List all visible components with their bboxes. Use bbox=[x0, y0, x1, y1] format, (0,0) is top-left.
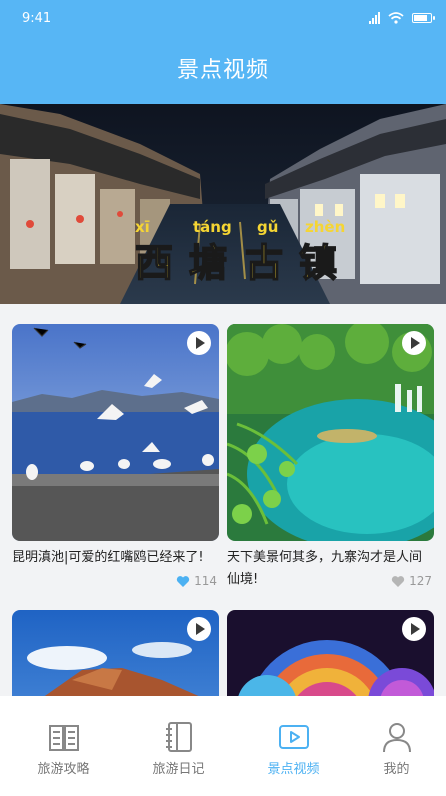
like-button[interactable]: 114 bbox=[176, 574, 217, 588]
tab-mine[interactable]: 我的 bbox=[341, 696, 446, 796]
video-title[interactable]: 昆明滇池|可爱的红嘴鸥已经来了! bbox=[12, 547, 219, 569]
video-feed[interactable]: 昆明滇池|可爱的红嘴鸥已经来了! 114 天下美景何其多，九寨沟才是人间仙境! bbox=[0, 304, 446, 696]
play-icon[interactable] bbox=[402, 617, 426, 641]
play-icon[interactable] bbox=[187, 617, 211, 641]
tab-label: 我的 bbox=[383, 762, 410, 777]
video-thumbnail[interactable] bbox=[227, 324, 434, 541]
tab-label: 旅游日记 bbox=[152, 762, 205, 777]
video-card[interactable] bbox=[227, 610, 434, 696]
like-count: 127 bbox=[409, 574, 432, 588]
video-thumbnail[interactable] bbox=[12, 610, 219, 696]
bottom-tab-bar: 旅游攻略 旅游日记 景点视频 我的 bbox=[0, 696, 446, 796]
signal-icon bbox=[369, 12, 380, 24]
status-icons bbox=[369, 12, 435, 24]
like-count: 114 bbox=[194, 574, 217, 588]
banner-char-2: 塘 bbox=[189, 241, 227, 285]
banner-pinyin-2: táng bbox=[193, 218, 232, 236]
book-icon bbox=[49, 725, 79, 751]
page-title: 景点视频 bbox=[176, 58, 269, 83]
app-header: 9:41 景点视频 bbox=[0, 0, 446, 104]
wifi-icon bbox=[388, 12, 404, 24]
thumbnail-dianchi-seagulls bbox=[12, 324, 219, 541]
video-card[interactable]: 天下美景何其多，九寨沟才是人间仙境! 127 bbox=[227, 324, 434, 591]
banner-image: xī táng gǔ zhèn 西 塘 古 镇 bbox=[0, 104, 446, 304]
status-bar: 9:41 bbox=[0, 0, 446, 36]
tab-travel-diary[interactable]: 旅游日记 bbox=[123, 696, 234, 796]
video-card[interactable]: 昆明滇池|可爱的红嘴鸥已经来了! 114 bbox=[12, 324, 219, 588]
status-time: 9:41 bbox=[22, 11, 52, 26]
like-button[interactable]: 127 bbox=[391, 574, 432, 588]
banner-pinyin-1: xī bbox=[135, 218, 150, 236]
play-icon[interactable] bbox=[187, 331, 211, 355]
user-icon bbox=[383, 723, 411, 753]
heart-icon bbox=[391, 575, 405, 587]
video-card[interactable] bbox=[12, 610, 219, 696]
banner-char-3: 古 bbox=[245, 241, 283, 285]
play-icon[interactable] bbox=[402, 331, 426, 355]
heart-icon bbox=[176, 575, 190, 587]
notebook-icon bbox=[166, 722, 192, 752]
tab-travel-guide[interactable]: 旅游攻略 bbox=[8, 696, 119, 796]
tab-label: 景点视频 bbox=[267, 762, 320, 777]
tab-scenic-videos[interactable]: 景点视频 bbox=[238, 696, 349, 796]
thumbnail-jiuzhaigou-lake bbox=[227, 324, 434, 541]
video-thumbnail[interactable] bbox=[227, 610, 434, 696]
video-thumbnail[interactable] bbox=[12, 324, 219, 541]
tab-label: 旅游攻略 bbox=[37, 762, 90, 777]
banner-pinyin-4: zhèn bbox=[305, 218, 345, 236]
banner-char-4: 镇 bbox=[299, 241, 337, 285]
banner-pinyin-3: gǔ bbox=[257, 218, 278, 236]
banner-xitang[interactable]: xī táng gǔ zhèn 西 塘 古 镇 bbox=[0, 104, 446, 304]
battery-icon bbox=[412, 13, 435, 23]
banner-char-1: 西 bbox=[135, 241, 173, 285]
video-play-icon bbox=[279, 725, 309, 749]
